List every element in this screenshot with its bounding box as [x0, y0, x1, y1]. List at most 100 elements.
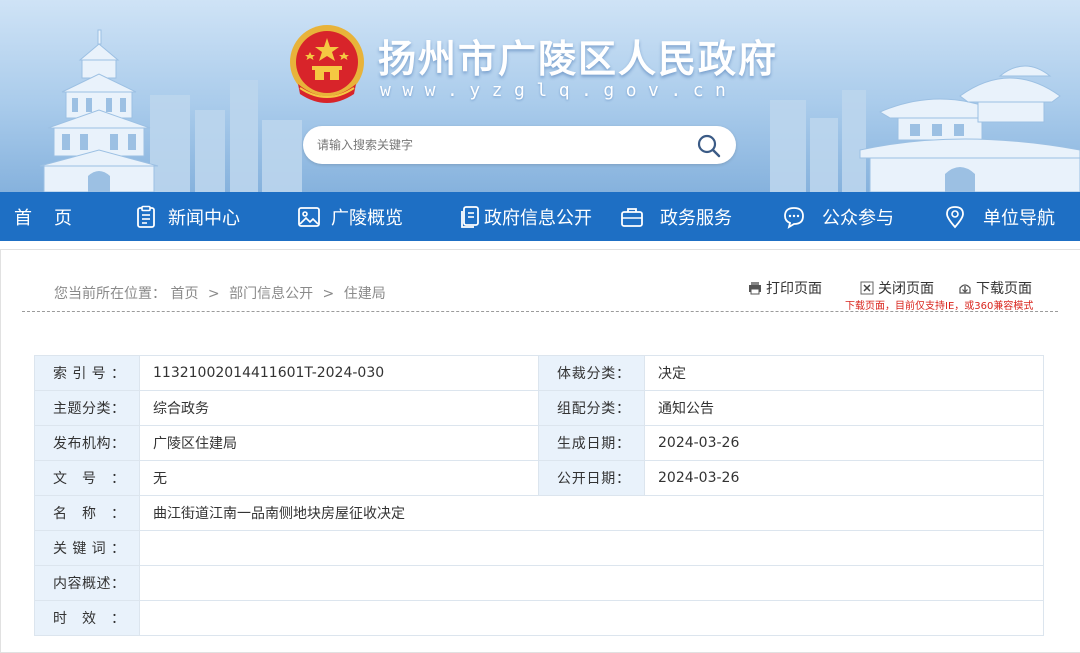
nav-label-participation: 公众参与 — [822, 207, 894, 229]
table-row: 关键词： — [34, 530, 1044, 566]
label-char: 主 — [53, 401, 67, 417]
keywords-label-cell: 关键词： — [34, 530, 140, 566]
docno-label-cell: 文号 ： — [34, 460, 140, 496]
print-page-label: 打印页面 — [766, 281, 822, 297]
spaced-label: 内容概述： — [36, 573, 139, 593]
name-label-cell: 名称 ： — [34, 495, 140, 531]
spaced-label: 时效 ： — [36, 608, 139, 628]
nav-label-gov-info: 政府信息公开 — [484, 207, 592, 229]
label-char: ： — [616, 471, 630, 487]
label-char: 成 — [571, 436, 586, 452]
validity-value — [139, 600, 1044, 636]
breadcrumb-link-dept-info[interactable]: 部门信息公开 — [229, 286, 313, 302]
download-page-button[interactable]: 下载页面 — [958, 278, 1032, 298]
chat-icon — [784, 206, 804, 229]
document-icon — [461, 205, 479, 228]
label-char: 词 — [91, 541, 106, 557]
label-char: 题 — [67, 401, 82, 417]
spaced-label: 索引号： — [36, 363, 139, 383]
nav-item-overview[interactable]: 广陵概览 — [297, 192, 403, 241]
label-char: 名 — [53, 506, 67, 522]
search-input[interactable] — [317, 134, 687, 156]
spaced-label: 体裁分类： — [540, 363, 644, 383]
docno-value: 无 — [139, 460, 539, 496]
breadcrumb-separator: > — [207, 286, 220, 302]
label-char: 裁 — [571, 366, 586, 382]
label-char: 文 — [53, 471, 67, 487]
spaced-label: 生成日期： — [540, 433, 644, 453]
label-char: 公 — [557, 471, 571, 487]
label-char: 期 — [601, 471, 616, 487]
label-char: ： — [110, 366, 125, 382]
download-page-label: 下载页面 — [976, 281, 1032, 297]
genre-value: 决定 — [644, 355, 1044, 391]
table-row: 内容概述： — [34, 565, 1044, 601]
group-value: 通知公告 — [644, 390, 1044, 426]
label-char: 索 — [53, 366, 67, 382]
label-char: 号 — [91, 366, 106, 382]
image-icon — [298, 206, 320, 227]
label-char: 开 — [571, 471, 586, 487]
clipboard-icon — [137, 205, 155, 228]
label-char: 效 — [82, 611, 96, 627]
table-row: 文号： 无 公开日期： 2024-03-26 — [34, 460, 1044, 496]
info-metadata-table: 索引号： 11321002014411601T-2024-030 体裁分类： 决… — [34, 355, 1044, 636]
spaced-label: 关键词： — [36, 538, 139, 558]
breadcrumb-divider — [22, 311, 1058, 312]
label-char: ： — [110, 541, 125, 557]
spaced-label: 发布机构： — [36, 433, 139, 453]
printer-icon — [749, 282, 761, 295]
search-icon[interactable] — [696, 133, 722, 159]
created-value: 2024-03-26 — [644, 425, 1044, 461]
nav-item-home[interactable]: 首页 — [14, 192, 94, 241]
table-row: 名称 ： 曲江街道江南一品南侧地块房屋征收决定 — [34, 495, 1044, 531]
label-char: 组 — [557, 401, 571, 417]
location-pin-icon — [946, 205, 964, 228]
group-label-cell: 组配分类： — [538, 390, 645, 426]
print-page-button[interactable]: 打印页面 — [748, 278, 822, 298]
breadcrumb: 您当前所在位置： 首页 > 部门信息公开 > 住建局 — [54, 283, 386, 303]
breadcrumb-link-housing-bureau[interactable]: 住建局 — [344, 286, 386, 302]
main-nav: 首页 新闻中心 广陵概览 政府信息公开 政务服务 公众参与 单位导航 — [0, 192, 1080, 241]
label-char: ： — [111, 401, 125, 417]
topic-value: 综合政务 — [139, 390, 539, 426]
label-char: ： — [111, 436, 125, 452]
nav-item-unit-nav[interactable]: 单位导航 — [943, 192, 1055, 241]
nav-item-news[interactable]: 新闻中心 — [134, 192, 240, 241]
label-char: ： — [111, 506, 125, 522]
nav-label-home: 首页 — [14, 207, 94, 229]
breadcrumb-separator: > — [322, 286, 335, 302]
breadcrumb-link-home[interactable]: 首页 — [170, 286, 198, 302]
label-char: 时 — [53, 611, 67, 627]
label-char: 分 — [82, 401, 96, 417]
header-banner: 扬州市广陵区人民政府 www.yzglq.gov.cn — [0, 0, 1080, 192]
keywords-value — [139, 530, 1044, 566]
summary-label-cell: 内容概述： — [34, 565, 140, 601]
publisher-label-cell: 发布机构： — [34, 425, 140, 461]
label-char: 日 — [586, 471, 601, 487]
site-title: 扬州市广陵区人民政府 — [378, 37, 779, 81]
summary-value — [139, 565, 1044, 601]
nav-label-services: 政务服务 — [660, 207, 732, 229]
nav-item-services[interactable]: 政务服务 — [620, 192, 732, 241]
close-page-button[interactable]: 关闭页面 — [860, 278, 934, 298]
label-char: 号 — [82, 471, 96, 487]
label-char: ： — [616, 436, 630, 452]
label-char: ： — [111, 471, 125, 487]
publisher-value: 广陵区住建局 — [139, 425, 539, 461]
label-char: 体 — [557, 366, 571, 382]
nav-item-participation[interactable]: 公众参与 — [782, 192, 894, 241]
table-row: 主题分类： 综合政务 组配分类： 通知公告 — [34, 390, 1044, 426]
close-icon — [860, 281, 874, 295]
spaced-label: 名称 ： — [36, 503, 139, 523]
label-char: 类 — [601, 366, 616, 382]
topic-label-cell: 主题分类： — [34, 390, 140, 426]
label-char: 关 — [53, 541, 67, 557]
nav-item-gov-info[interactable]: 政府信息公开 — [458, 192, 592, 241]
download-note: 下载页面，目前仅支持IE，或360兼容模式 — [845, 301, 1034, 312]
nav-label-unit-nav: 单位导航 — [983, 207, 1055, 229]
label-char: ： — [111, 576, 125, 592]
label-char: 发 — [53, 436, 67, 452]
label-char: 生 — [557, 436, 571, 452]
spaced-label: 公开日期： — [540, 468, 644, 488]
